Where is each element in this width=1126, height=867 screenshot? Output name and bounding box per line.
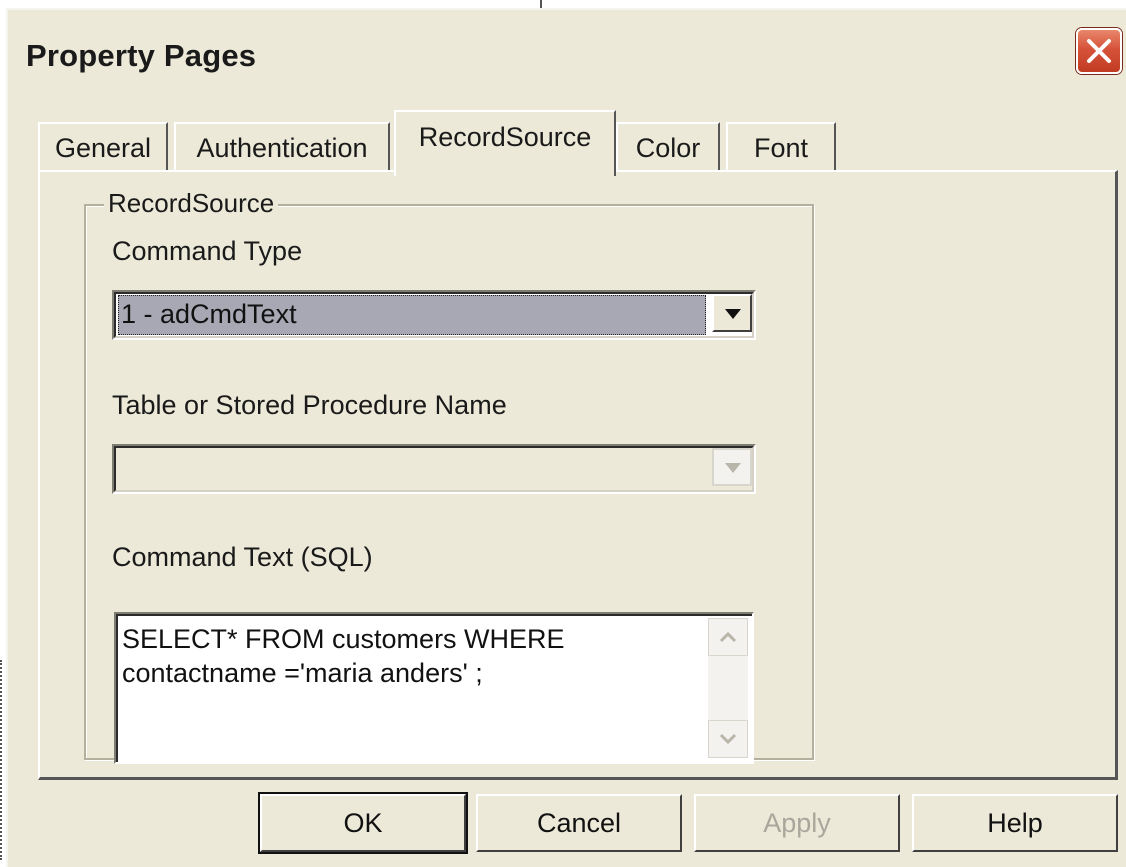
ok-button[interactable]: OK	[258, 792, 468, 854]
table-name-dropdown-button[interactable]	[712, 448, 752, 486]
scroll-up-button[interactable]	[708, 618, 748, 656]
vertical-scrollbar[interactable]	[708, 618, 748, 758]
cancel-button[interactable]: Cancel	[476, 794, 682, 852]
recordsource-panel: RecordSource Command Type 1 - adCmdText …	[38, 170, 1118, 780]
recordsource-group: RecordSource Command Type 1 - adCmdText …	[84, 188, 814, 764]
command-type-value: 1 - adCmdText	[118, 295, 706, 335]
tab-general[interactable]: General	[38, 122, 168, 172]
tab-recordsource[interactable]: RecordSource	[394, 110, 616, 176]
tab-label: RecordSource	[418, 122, 592, 152]
tab-label: Font	[753, 133, 809, 163]
scroll-down-button[interactable]	[708, 720, 748, 758]
group-label: RecordSource	[104, 188, 279, 219]
chevron-down-icon	[725, 309, 741, 319]
close-button[interactable]	[1076, 28, 1122, 74]
tab-label: Color	[635, 133, 701, 163]
command-type-dropdown-button[interactable]	[712, 294, 752, 332]
chevron-down-icon	[719, 733, 737, 745]
command-type-label: Command Type	[112, 236, 303, 266]
help-button[interactable]: Help	[912, 794, 1118, 852]
tab-label: Authentication	[196, 133, 368, 163]
apply-button[interactable]: Apply	[694, 794, 900, 852]
tab-color[interactable]: Color	[616, 122, 720, 172]
table-name-label: Table or Stored Procedure Name	[112, 390, 507, 420]
dialog-title: Property Pages	[26, 38, 257, 73]
command-text-input[interactable]: SELECT* FROM customers WHERE contactname…	[114, 612, 754, 764]
tab-font[interactable]: Font	[726, 122, 836, 172]
chevron-down-icon	[725, 463, 741, 473]
command-text-value: SELECT* FROM customers WHERE contactname…	[122, 624, 565, 688]
table-name-select[interactable]	[112, 444, 756, 494]
property-pages-dialog: Property Pages General Authentication Re…	[6, 8, 1126, 867]
command-type-select[interactable]: 1 - adCmdText	[112, 290, 756, 340]
tab-label: General	[54, 133, 152, 163]
chevron-up-icon	[719, 631, 737, 643]
command-text-label: Command Text (SQL)	[112, 542, 373, 572]
tab-authentication[interactable]: Authentication	[174, 122, 390, 172]
close-icon	[1087, 39, 1111, 63]
title-bar: Property Pages	[8, 10, 1126, 98]
